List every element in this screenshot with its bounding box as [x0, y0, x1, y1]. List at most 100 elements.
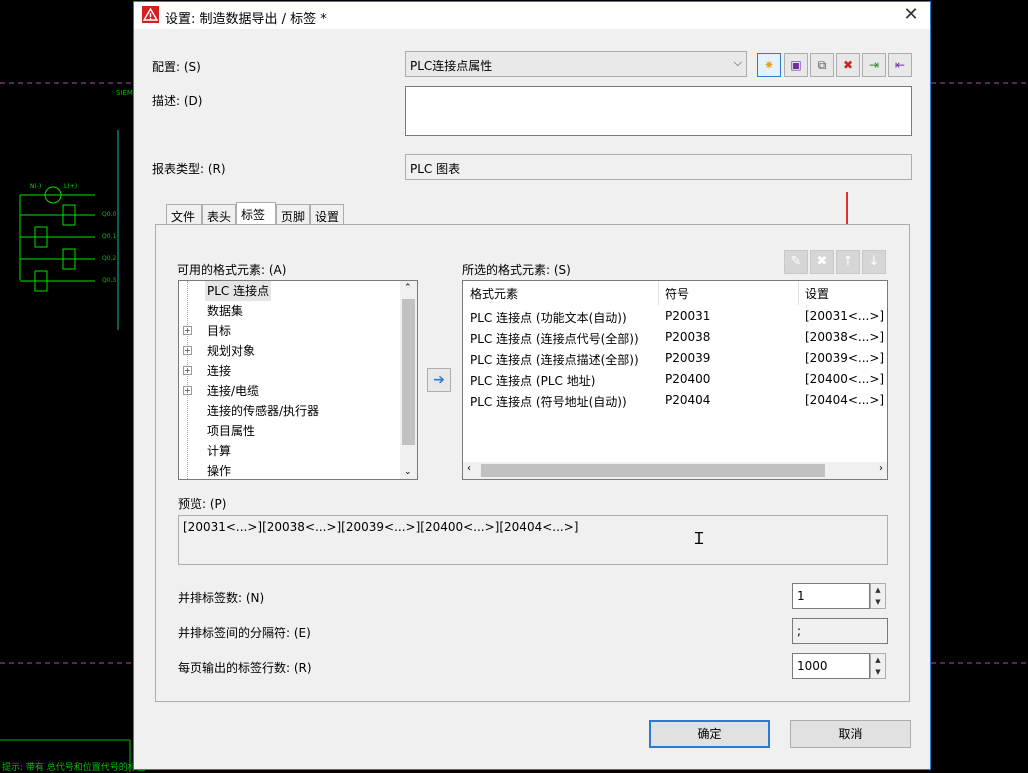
scroll-thumb[interactable]: [481, 464, 825, 477]
table-cell[interactable]: [20038<...>]: [805, 330, 884, 344]
spin-up-icon[interactable]: ▲: [871, 584, 885, 596]
expand-icon[interactable]: +: [183, 386, 192, 395]
report-type-label: 报表类型: (R): [152, 162, 226, 176]
expand-icon[interactable]: +: [183, 366, 192, 375]
arrow-right-icon: ➔: [433, 372, 445, 388]
column-header[interactable]: 符号: [665, 285, 689, 302]
tree-item[interactable]: 数据集: [205, 301, 245, 321]
selected-elements-list[interactable]: 格式元素 符号 设置 PLC 连接点 (功能文本(自动)) P20031 [20…: [462, 280, 888, 480]
arrow-up-icon: ↑: [842, 254, 854, 269]
status-text: 提示: 带有 总代号和位置代号的标签: [2, 763, 146, 773]
export-config-button[interactable]: ⇤: [888, 53, 912, 77]
labels-side-by-side-input[interactable]: 1: [792, 583, 870, 609]
preview-field: [20031<...>][20038<...>][20039<...>][204…: [178, 515, 888, 565]
rows-per-page-stepper[interactable]: ▲ ▼: [870, 653, 886, 679]
separator-label: 并排标签间的分隔符: (E): [178, 626, 311, 640]
tree-item[interactable]: 项目属性: [205, 421, 257, 441]
pencil-icon: ✎: [790, 254, 802, 269]
tree-guide-line: [187, 281, 188, 479]
chevron-right-icon[interactable]: ›: [879, 463, 883, 474]
column-header[interactable]: 格式元素: [470, 285, 518, 302]
table-cell[interactable]: PLC 连接点 (连接点描述(全部)): [470, 351, 639, 368]
ok-button[interactable]: 确定: [649, 720, 770, 748]
move-down-button[interactable]: ↓: [862, 250, 886, 274]
tab-label[interactable]: 标签: [236, 202, 276, 226]
tab-footer[interactable]: 页脚: [276, 204, 310, 226]
tab-settings[interactable]: 设置: [310, 204, 344, 226]
import-config-button[interactable]: ⇥: [862, 53, 886, 77]
table-cell[interactable]: P20404: [665, 393, 710, 407]
arrow-down-icon: ↓: [868, 254, 880, 269]
expand-icon[interactable]: +: [183, 326, 192, 335]
symbol-label: N(-): [30, 183, 42, 190]
tree-item[interactable]: 目标: [205, 321, 233, 341]
table-cell[interactable]: [20404<...>]: [805, 393, 884, 407]
tree-item[interactable]: 连接: [205, 361, 233, 381]
column-header[interactable]: 设置: [805, 285, 829, 302]
copy-icon: ⧉: [817, 58, 827, 72]
save-config-button[interactable]: ▣: [784, 53, 808, 77]
labels-side-by-side-label: 并排标签数: (N): [178, 591, 265, 605]
description-field[interactable]: [405, 86, 912, 136]
config-combobox[interactable]: PLC连接点属性 ⌵: [405, 51, 747, 77]
export-icon: ⇤: [894, 58, 906, 72]
rows-per-page-input[interactable]: 1000: [792, 653, 870, 679]
expand-icon[interactable]: +: [183, 346, 192, 355]
spin-down-icon[interactable]: ▼: [871, 666, 885, 678]
table-cell[interactable]: PLC 连接点 (连接点代号(全部)): [470, 330, 639, 347]
table-cell[interactable]: PLC 连接点 (PLC 地址): [470, 372, 595, 389]
scroll-thumb[interactable]: [402, 299, 415, 445]
edit-button[interactable]: ✎: [784, 250, 808, 274]
tree-item[interactable]: PLC 连接点: [205, 281, 272, 301]
chevron-down-icon: ⌵: [733, 56, 742, 69]
available-elements-tree[interactable]: PLC 连接点 数据集 + 目标 + 规划对象 + 连接 + 连接/电缆 连接的…: [178, 280, 418, 480]
warning-icon: [142, 6, 159, 26]
chevron-up-icon[interactable]: ⌃: [404, 283, 412, 293]
table-cell[interactable]: PLC 连接点 (功能文本(自动)): [470, 309, 627, 326]
table-cell[interactable]: [20039<...>]: [805, 351, 884, 365]
remove-button[interactable]: ✖: [810, 250, 834, 274]
tab-file[interactable]: 文件: [166, 204, 202, 226]
tab-header[interactable]: 表头: [202, 204, 236, 226]
siemens-label: SIEM: [116, 89, 133, 97]
table-cell[interactable]: P20039: [665, 351, 710, 365]
separator-field: ;: [792, 618, 888, 644]
move-up-button[interactable]: ↑: [836, 250, 860, 274]
table-cell[interactable]: P20031: [665, 309, 710, 323]
report-type-field: PLC 图表: [405, 154, 912, 180]
tree-item[interactable]: 操作: [205, 461, 233, 479]
rows-per-page-label: 每页输出的标签行数: (R): [178, 661, 312, 675]
close-button[interactable]: ✕: [900, 4, 922, 26]
column-divider[interactable]: [658, 281, 659, 305]
table-cell[interactable]: P20038: [665, 330, 710, 344]
table-cell[interactable]: [20031<...>]: [805, 309, 884, 323]
text-cursor-icon: Ｉ: [691, 529, 708, 548]
sun-icon: ✷: [763, 58, 775, 72]
io-label: Q0.2: [102, 255, 117, 262]
tree-item[interactable]: 连接的传感器/执行器: [205, 401, 321, 421]
table-cell[interactable]: P20400: [665, 372, 710, 386]
new-config-button[interactable]: ✷: [757, 53, 781, 77]
tree-item[interactable]: 计算: [205, 441, 233, 461]
tab-panel: 可用的格式元素: (A) PLC 连接点 数据集 + 目标 + 规划对象 + 连…: [155, 224, 910, 702]
io-label: Q0.3: [102, 277, 117, 284]
delete-config-button[interactable]: ✖: [836, 53, 860, 77]
cancel-button[interactable]: 取消: [790, 720, 911, 748]
table-cell[interactable]: [20400<...>]: [805, 372, 884, 386]
selected-elements-label: 所选的格式元素: (S): [462, 263, 571, 277]
symbol-label: L(+): [64, 183, 78, 190]
config-label: 配置: (S): [152, 60, 201, 74]
column-divider[interactable]: [798, 281, 799, 305]
copy-config-button[interactable]: ⧉: [810, 53, 834, 77]
chevron-left-icon[interactable]: ‹: [467, 463, 471, 474]
spin-down-icon[interactable]: ▼: [871, 596, 885, 608]
tree-item[interactable]: 连接/电缆: [205, 381, 261, 401]
spin-up-icon[interactable]: ▲: [871, 654, 885, 666]
add-element-button[interactable]: ➔: [427, 368, 451, 392]
tree-scrollbar[interactable]: ⌃ ⌄: [400, 281, 417, 479]
chevron-down-icon[interactable]: ⌄: [404, 467, 412, 477]
list-horizontal-scrollbar[interactable]: ‹ ›: [463, 462, 887, 479]
labels-side-by-side-stepper[interactable]: ▲ ▼: [870, 583, 886, 609]
tree-item[interactable]: 规划对象: [205, 341, 257, 361]
table-cell[interactable]: PLC 连接点 (符号地址(自动)): [470, 393, 627, 410]
